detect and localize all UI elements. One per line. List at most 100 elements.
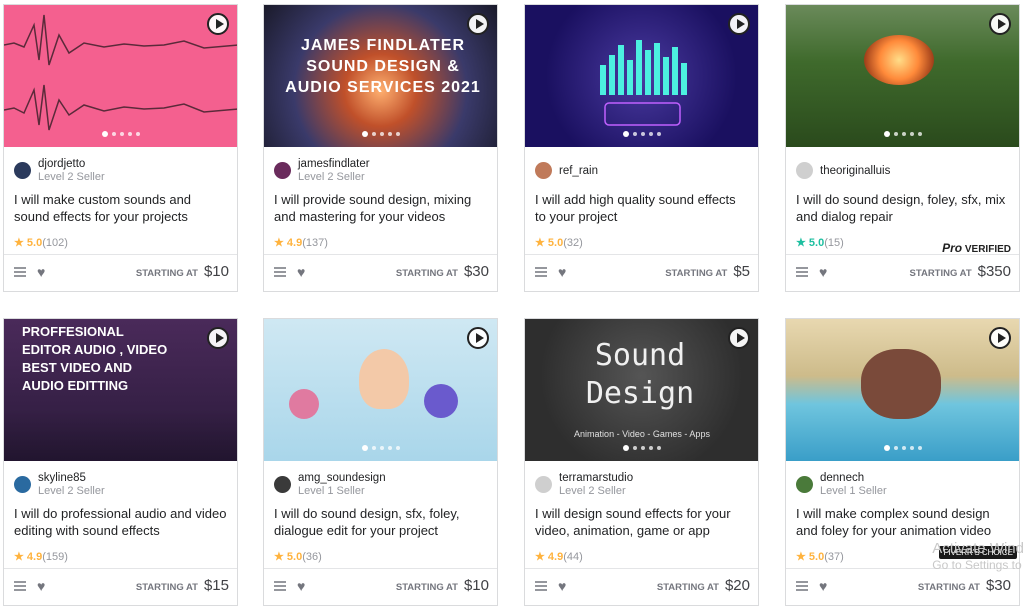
price-block[interactable]: STARTING AT $350 xyxy=(910,263,1011,280)
play-icon[interactable] xyxy=(467,327,489,349)
avatar[interactable] xyxy=(535,162,552,179)
gig-card[interactable]: Sound Design Animation - Video - Games -… xyxy=(524,318,759,606)
price-block[interactable]: STARTING AT $15 xyxy=(136,577,229,594)
carousel-dots[interactable] xyxy=(361,445,400,451)
gig-title[interactable]: I will design sound effects for your vid… xyxy=(535,505,750,539)
menu-icon[interactable] xyxy=(535,267,547,277)
heart-icon[interactable]: ♥ xyxy=(819,578,827,594)
menu-icon[interactable] xyxy=(796,581,808,591)
gig-thumbnail[interactable] xyxy=(264,319,497,461)
price-block[interactable]: STARTING AT $30 xyxy=(918,577,1011,594)
play-icon[interactable] xyxy=(989,327,1011,349)
heart-icon[interactable]: ♥ xyxy=(297,578,305,594)
seller-info[interactable]: jamesfindlater Level 2 Seller xyxy=(274,157,370,184)
seller-name[interactable]: dennech xyxy=(820,471,887,485)
price-block[interactable]: STARTING AT $20 xyxy=(657,577,750,594)
seller-level: Level 2 Seller xyxy=(559,485,626,497)
heart-icon[interactable]: ♥ xyxy=(558,264,566,280)
gig-card[interactable]: theoriginalluis I will do sound design, … xyxy=(785,4,1020,292)
carousel-dots[interactable] xyxy=(361,131,400,137)
play-icon[interactable] xyxy=(989,13,1011,35)
carousel-dots[interactable] xyxy=(622,131,661,137)
menu-icon[interactable] xyxy=(14,581,26,591)
seller-name[interactable]: djordjetto xyxy=(38,157,105,171)
price-block[interactable]: STARTING AT $5 xyxy=(665,263,750,280)
seller-name[interactable]: amg_soundesign xyxy=(298,471,386,485)
play-icon[interactable] xyxy=(728,13,750,35)
play-icon[interactable] xyxy=(467,13,489,35)
illustration-image xyxy=(289,389,319,419)
gig-thumbnail[interactable]: JAMES FINDLATER SOUND DESIGN & AUDIO SER… xyxy=(264,5,497,147)
gig-title[interactable]: I will make custom sounds and sound effe… xyxy=(14,191,229,225)
gig-title[interactable]: I will do sound design, foley, sfx, mix … xyxy=(796,191,1011,225)
carousel-dots[interactable] xyxy=(883,131,922,137)
seller-info[interactable]: theoriginalluis xyxy=(796,157,890,179)
seller-info[interactable]: djordjetto Level 2 Seller xyxy=(14,157,105,184)
rating: ★ 5.0(37) xyxy=(796,551,844,563)
avatar[interactable] xyxy=(535,476,552,493)
starting-at-label: STARTING AT xyxy=(135,268,198,279)
starting-at-label: STARTING AT xyxy=(665,268,728,279)
gig-thumbnail[interactable]: PROFFESIONAL EDITOR AUDIO , VIDEO BEST V… xyxy=(4,319,237,461)
avatar[interactable] xyxy=(274,162,291,179)
gig-title[interactable]: I will do professional audio and video e… xyxy=(14,505,229,539)
gig-title[interactable]: I will make complex sound design and fol… xyxy=(796,505,1011,539)
seller-name[interactable]: jamesfindlater xyxy=(298,157,370,171)
gig-thumbnail[interactable] xyxy=(786,5,1019,147)
heart-icon[interactable]: ♥ xyxy=(297,264,305,280)
price-block[interactable]: STARTING AT $10 xyxy=(136,263,229,280)
seller-name[interactable]: terramarstudio xyxy=(559,471,633,485)
seller-info[interactable]: amg_soundesign Level 1 Seller xyxy=(274,471,386,498)
seller-info[interactable]: skyline85 Level 2 Seller xyxy=(14,471,105,498)
play-icon[interactable] xyxy=(207,327,229,349)
starting-at-label: STARTING AT xyxy=(135,582,198,593)
heart-icon[interactable]: ♥ xyxy=(819,264,827,280)
rating-count: (137) xyxy=(302,237,328,249)
menu-icon[interactable] xyxy=(274,267,286,277)
gig-thumbnail[interactable] xyxy=(4,5,237,147)
price-block[interactable]: STARTING AT $10 xyxy=(396,577,489,594)
avatar[interactable] xyxy=(14,476,31,493)
seller-level: Level 1 Seller xyxy=(820,485,887,497)
seller-name[interactable]: ref_rain xyxy=(559,164,598,178)
menu-icon[interactable] xyxy=(14,267,26,277)
carousel-dots[interactable] xyxy=(622,445,661,451)
avatar[interactable] xyxy=(274,476,291,493)
seller-info[interactable]: dennech Level 1 Seller xyxy=(796,471,887,498)
heart-icon[interactable]: ♥ xyxy=(558,578,566,594)
menu-icon[interactable] xyxy=(274,581,286,591)
pro-label: Pro xyxy=(942,241,963,255)
play-icon[interactable] xyxy=(207,13,229,35)
gig-card[interactable]: PROFFESIONAL EDITOR AUDIO , VIDEO BEST V… xyxy=(3,318,238,606)
seller-level: Level 1 Seller xyxy=(298,485,365,497)
seller-info[interactable]: ref_rain xyxy=(535,157,598,179)
avatar[interactable] xyxy=(796,476,813,493)
rating-count: (102) xyxy=(42,237,68,249)
gig-thumbnail[interactable]: Sound Design Animation - Video - Games -… xyxy=(525,319,758,461)
carousel-dots[interactable] xyxy=(101,131,140,137)
gig-card[interactable]: amg_soundesign Level 1 Seller I will do s… xyxy=(263,318,498,606)
seller-name[interactable]: skyline85 xyxy=(38,471,105,485)
gig-card[interactable]: ref_rain I will add high quality sound e… xyxy=(524,4,759,292)
gig-title[interactable]: I will provide sound design, mixing and … xyxy=(274,191,489,225)
gig-title[interactable]: I will do sound design, sfx, foley, dial… xyxy=(274,505,489,539)
gig-title[interactable]: I will add high quality sound effects to… xyxy=(535,191,750,225)
gig-footer: ♥ STARTING AT $20 xyxy=(525,568,758,605)
menu-icon[interactable] xyxy=(796,267,808,277)
price-block[interactable]: STARTING AT $30 xyxy=(396,263,489,280)
seller-info[interactable]: terramarstudio Level 2 Seller xyxy=(535,471,633,498)
menu-icon[interactable] xyxy=(535,581,547,591)
starting-at-label: STARTING AT xyxy=(656,582,719,593)
heart-icon[interactable]: ♥ xyxy=(37,264,45,280)
thumbnail-text: JAMES FINDLATER SOUND DESIGN & AUDIO SER… xyxy=(285,37,481,96)
heart-icon[interactable]: ♥ xyxy=(37,578,45,594)
gig-card[interactable]: djordjetto Level 2 Seller I will make cus… xyxy=(3,4,238,292)
avatar[interactable] xyxy=(14,162,31,179)
play-icon[interactable] xyxy=(728,327,750,349)
gig-thumbnail[interactable] xyxy=(786,319,1019,461)
avatar[interactable] xyxy=(796,162,813,179)
gig-thumbnail[interactable] xyxy=(525,5,758,147)
seller-name[interactable]: theoriginalluis xyxy=(820,164,890,178)
gig-card[interactable]: JAMES FINDLATER SOUND DESIGN & AUDIO SER… xyxy=(263,4,498,292)
carousel-dots[interactable] xyxy=(883,445,922,451)
